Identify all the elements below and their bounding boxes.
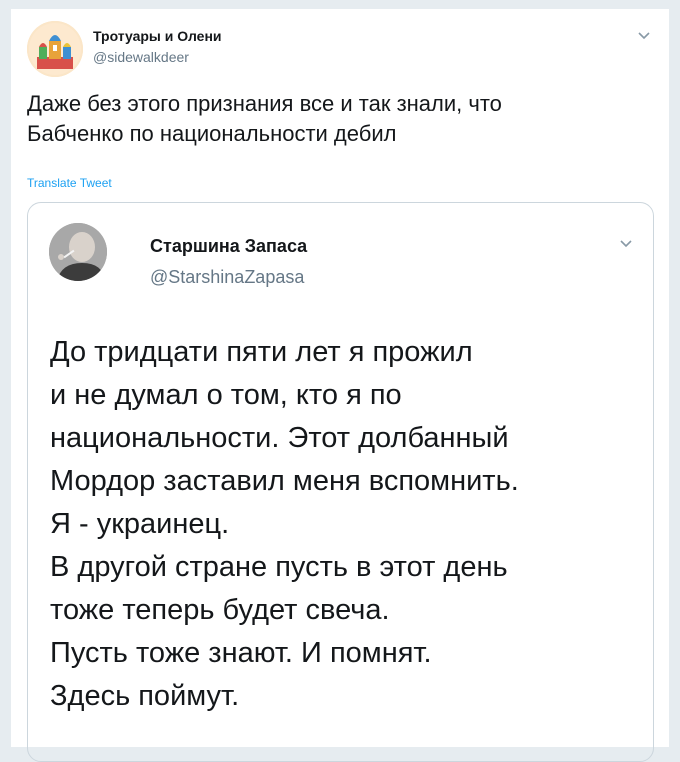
quoted-tweet[interactable]: Старшина Запаса @StarshinaZapasa До трид… (27, 202, 654, 762)
quoted-text-line: Я - украинец. (50, 508, 230, 540)
tweet-text: Даже без этого признания все и так знали… (27, 91, 502, 146)
quoted-tweet-text: До тридцати пяти лет я прожил и не думал… (50, 331, 640, 718)
quoted-text-line: Мордор заставил меня вспомнить. (50, 465, 519, 497)
quoted-text-line: До тридцати пяти лет я прожил (50, 336, 473, 368)
quoted-text-line: В другой стране пусть в этот день (50, 551, 508, 583)
translate-tweet-link[interactable]: Translate Tweet (27, 176, 112, 190)
kremlin-avatar-icon (27, 21, 83, 77)
person-avatar-icon (49, 223, 107, 281)
quoted-text-line: Здесь поймут. (50, 680, 240, 712)
author-avatar[interactable] (27, 21, 83, 77)
quoted-text-line: тоже теперь будет свеча. (50, 594, 390, 626)
quoted-author-handle[interactable]: @StarshinaZapasa (150, 267, 304, 288)
author-handle[interactable]: @sidewalkdeer (93, 49, 189, 65)
quoted-text-line: Пусть тоже знают. И помнят. (50, 637, 432, 669)
chevron-down-icon[interactable] (637, 31, 651, 41)
quoted-author-avatar[interactable] (49, 223, 107, 281)
chevron-down-icon[interactable] (619, 239, 633, 249)
quoted-text-line: и не думал о том, кто я по (50, 379, 402, 411)
tweet-card[interactable]: Тротуары и Олени @sidewalkdeer Даже без … (10, 8, 670, 762)
quoted-text-line: национальности. Этот долбанный (50, 422, 509, 454)
author-name[interactable]: Тротуары и Олени (93, 28, 222, 44)
quoted-author-name[interactable]: Старшина Запаса (150, 236, 307, 257)
